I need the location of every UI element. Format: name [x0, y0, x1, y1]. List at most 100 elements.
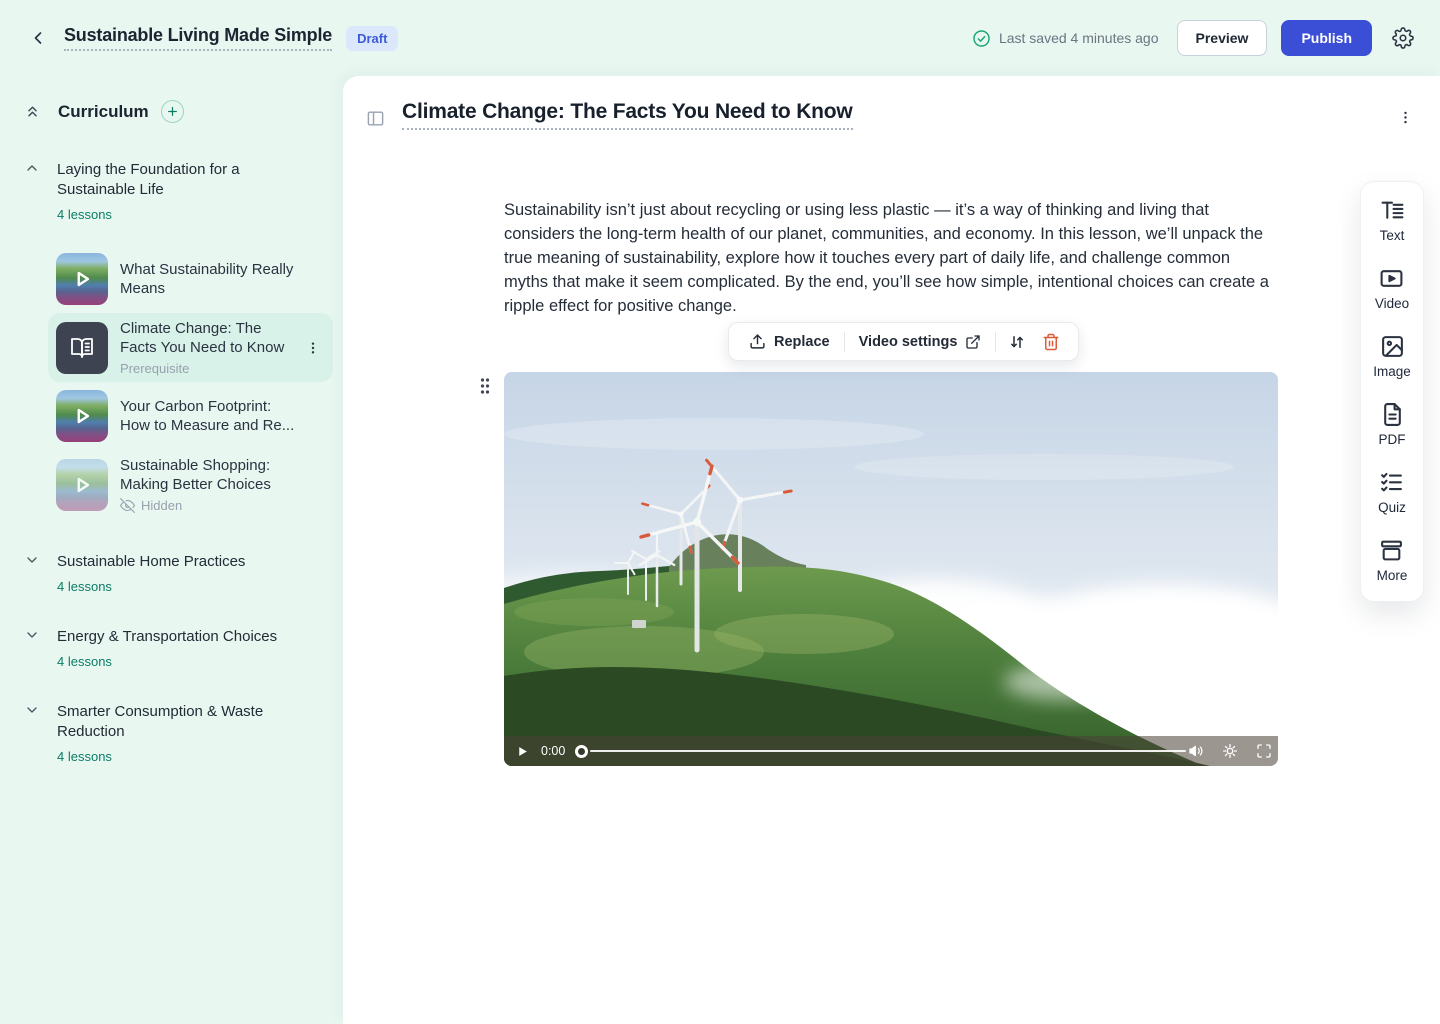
trash-icon — [1042, 333, 1060, 351]
progress-track[interactable] — [590, 750, 1186, 752]
section-title: Laying the Foundation for a Sustainable … — [57, 160, 287, 200]
lesson-row[interactable]: What Sustainability Really Means — [48, 247, 333, 311]
playback-time: 0:00 — [541, 744, 565, 758]
add-section-button[interactable] — [161, 100, 184, 123]
video-player[interactable]: 0:00 — [504, 372, 1278, 766]
quiz-checklist-icon — [1379, 470, 1404, 495]
arrows-down-up-icon — [1008, 333, 1026, 351]
last-saved-text: Last saved 4 minutes ago — [999, 30, 1159, 46]
top-header: Sustainable Living Made Simple Draft Las… — [0, 0, 1440, 76]
section-lesson-count: 4 lessons — [57, 654, 333, 669]
back-chevron-icon — [28, 28, 48, 48]
curriculum-section[interactable]: Laying the Foundation for a Sustainable … — [24, 160, 333, 222]
play-icon — [516, 745, 529, 758]
toolbar-divider — [844, 332, 845, 352]
reading-thumbnail — [56, 322, 108, 374]
course-editor-app: Sustainable Living Made Simple Draft Las… — [0, 0, 1440, 1024]
curriculum-header: Curriculum — [24, 100, 333, 123]
gear-icon — [1392, 27, 1414, 49]
video-settings-label: Video settings — [859, 334, 958, 350]
upload-icon — [749, 333, 766, 350]
lesson-title: What Sustainability Really Means — [120, 260, 298, 298]
tool-label: Image — [1373, 364, 1411, 379]
tool-label: PDF — [1379, 432, 1406, 447]
video-settings-button[interactable]: Video settings — [849, 328, 992, 356]
move-block-button[interactable] — [1000, 327, 1034, 357]
curriculum-title: Curriculum — [58, 102, 149, 122]
last-saved-status: Last saved 4 minutes ago — [972, 29, 1159, 48]
lesson-hidden-label: Hidden — [141, 498, 182, 513]
settings-button[interactable] — [1388, 23, 1418, 53]
wind-farm-video-frame — [504, 372, 1278, 766]
image-icon — [1380, 334, 1405, 359]
chevrons-up-icon — [24, 103, 41, 120]
add-pdf-button[interactable]: PDF — [1379, 402, 1406, 447]
text-icon — [1380, 198, 1405, 223]
video-icon — [1379, 266, 1404, 291]
volume-button[interactable] — [1186, 741, 1206, 761]
fullscreen-button[interactable] — [1254, 741, 1274, 761]
tool-label: More — [1377, 568, 1408, 583]
lesson-row-selected[interactable]: Climate Change: The Facts You Need to Kn… — [48, 313, 333, 382]
delete-block-button[interactable] — [1034, 327, 1068, 357]
lesson-row-hidden[interactable]: Sustainable Shopping: Making Better Choi… — [48, 450, 333, 519]
block-drag-handle[interactable] — [474, 375, 496, 397]
curriculum-section[interactable]: Sustainable Home Practices 4 lessons — [24, 552, 333, 594]
volume-icon — [1188, 743, 1204, 759]
lesson-page-title[interactable]: Climate Change: The Facts You Need to Kn… — [402, 100, 853, 130]
video-thumbnail — [56, 253, 108, 305]
chevron-down-icon[interactable] — [24, 702, 40, 718]
curriculum-sidebar: Curriculum Laying the Foundation for a S… — [0, 76, 343, 1024]
section-lesson-count: 4 lessons — [57, 207, 333, 222]
fullscreen-icon — [1256, 743, 1272, 759]
more-elements-button[interactable]: More — [1377, 538, 1408, 583]
add-video-button[interactable]: Video — [1375, 266, 1409, 311]
lesson-editor-panel: Climate Change: The Facts You Need to Kn… — [343, 76, 1440, 1024]
section-title: Sustainable Home Practices — [57, 552, 287, 572]
play-icon — [56, 390, 108, 442]
section-lesson-count: 4 lessons — [57, 579, 333, 594]
kebab-icon — [1397, 109, 1414, 126]
chevron-down-icon[interactable] — [24, 627, 40, 643]
lesson-list: What Sustainability Really Means Climate… — [48, 247, 333, 519]
scrubber-handle[interactable] — [575, 745, 588, 758]
tool-label: Video — [1375, 296, 1409, 311]
lesson-menu-button[interactable] — [301, 336, 325, 360]
play-button[interactable] — [514, 743, 531, 760]
replace-button[interactable]: Replace — [739, 327, 840, 356]
play-icon — [56, 253, 108, 305]
draft-status-badge: Draft — [346, 26, 398, 51]
curriculum-section[interactable]: Energy & Transportation Choices 4 lesson… — [24, 627, 333, 669]
collapse-all-button[interactable] — [24, 103, 41, 120]
add-text-button[interactable]: Text — [1380, 198, 1405, 243]
add-image-button[interactable]: Image — [1373, 334, 1411, 379]
tool-label: Quiz — [1378, 500, 1406, 515]
kebab-icon — [305, 340, 321, 356]
plus-icon — [166, 105, 179, 118]
add-quiz-button[interactable]: Quiz — [1378, 470, 1406, 515]
lesson-intro-paragraph[interactable]: Sustainability isn’t just about recyclin… — [504, 198, 1278, 318]
lesson-options-button[interactable] — [1393, 105, 1418, 130]
lesson-title: Climate Change: The Facts You Need to Kn… — [120, 319, 289, 357]
section-title: Smarter Consumption & Waste Reduction — [57, 702, 287, 742]
quality-settings-button[interactable] — [1220, 741, 1240, 761]
course-title[interactable]: Sustainable Living Made Simple — [64, 25, 332, 51]
sidebar-toggle-button[interactable] — [362, 105, 389, 132]
lesson-title: Your Carbon Footprint: How to Measure an… — [120, 397, 298, 435]
preview-button[interactable]: Preview — [1177, 20, 1268, 56]
tool-label: Text — [1380, 228, 1405, 243]
chevron-down-icon[interactable] — [24, 552, 40, 568]
back-button[interactable] — [24, 24, 52, 52]
archive-box-icon — [1379, 538, 1404, 563]
player-gear-icon — [1222, 743, 1238, 759]
video-block-toolbar: Replace Video settings — [728, 322, 1079, 361]
pdf-file-icon — [1380, 402, 1405, 427]
chevron-up-icon[interactable] — [24, 160, 40, 176]
lesson-title: Sustainable Shopping: Making Better Choi… — [120, 456, 298, 494]
section-title: Energy & Transportation Choices — [57, 627, 287, 647]
publish-button[interactable]: Publish — [1281, 20, 1372, 56]
toolbar-divider — [995, 332, 996, 352]
lesson-row[interactable]: Your Carbon Footprint: How to Measure an… — [48, 384, 333, 448]
play-icon — [56, 459, 108, 511]
curriculum-section[interactable]: Smarter Consumption & Waste Reduction 4 … — [24, 702, 333, 764]
